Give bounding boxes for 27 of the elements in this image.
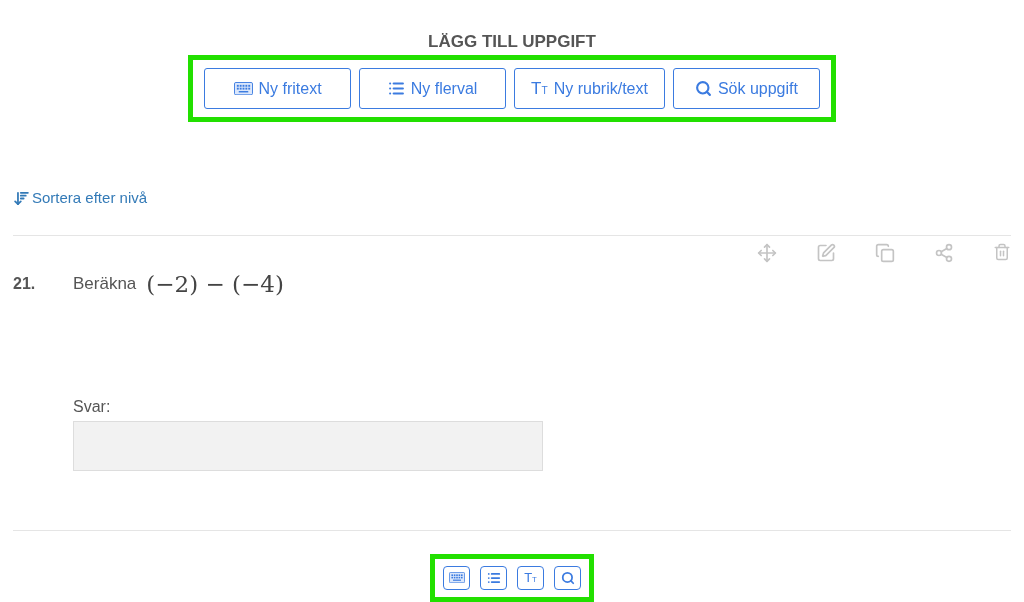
- move-icon[interactable]: [757, 242, 777, 263]
- delete-icon[interactable]: [993, 242, 1011, 261]
- answer-field[interactable]: [73, 421, 543, 471]
- list-icon: [387, 80, 405, 97]
- copy-icon[interactable]: [875, 242, 895, 263]
- add-task-button[interactable]: Ny flerval: [359, 68, 507, 109]
- list-icon: [486, 570, 501, 585]
- math-expression: (−2) − (−4): [146, 269, 284, 299]
- share-icon[interactable]: [934, 242, 954, 263]
- add-task-button[interactable]: [480, 565, 507, 590]
- question-text: Beräkna: [73, 273, 137, 295]
- question-number: 21.: [13, 273, 37, 294]
- answer-label: Svar:: [73, 397, 111, 417]
- add-task-button[interactable]: [554, 565, 581, 590]
- add-task-button[interactable]: TT Ny rubrik/text: [514, 68, 665, 109]
- add-task-button[interactable]: [443, 565, 470, 590]
- add-task-button[interactable]: Sök uppgift: [672, 68, 820, 109]
- text-size-icon: TT: [531, 80, 548, 97]
- edit-icon[interactable]: [816, 242, 836, 263]
- sort-link[interactable]: Sortera efter nivå: [13, 187, 148, 210]
- search-icon: [694, 80, 712, 97]
- keyboard-icon: [448, 571, 465, 584]
- search-icon: [560, 570, 575, 585]
- sort-icon: [13, 189, 30, 207]
- keyboard-icon: [233, 81, 253, 96]
- section-heading: LÄGG TILL UPPGIFT: [428, 32, 596, 52]
- add-task-button[interactable]: Ny fritext: [204, 68, 352, 109]
